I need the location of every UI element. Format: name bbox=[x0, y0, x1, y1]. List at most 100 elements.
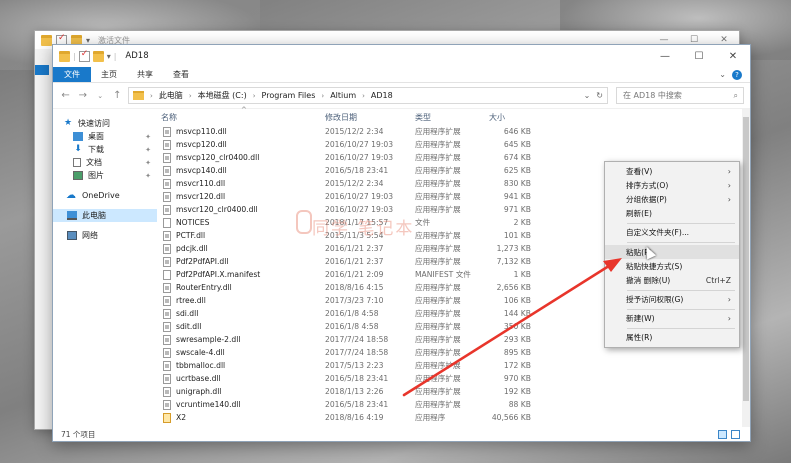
file-icon bbox=[163, 243, 171, 254]
breadcrumb-segment[interactable]: 本地磁盘 (C:) bbox=[198, 90, 247, 101]
tab-home[interactable]: 主页 bbox=[91, 67, 127, 82]
sidebar-item-downloads[interactable]: ⬇ 下载 ✦ bbox=[53, 143, 157, 156]
sidebar-item-label: 文档 bbox=[86, 158, 102, 167]
file-icon bbox=[163, 217, 171, 228]
menu-item[interactable]: 粘贴快捷方式(S) bbox=[605, 259, 739, 273]
breadcrumb-segment[interactable]: AD18 bbox=[371, 91, 393, 100]
dropdown-icon[interactable]: ⌄ bbox=[584, 91, 591, 100]
menu-item[interactable]: 查看(V) › bbox=[605, 164, 739, 178]
chevron-right-icon: › bbox=[188, 91, 192, 100]
file-name-cell: vcruntime140.dll bbox=[159, 399, 323, 410]
window-controls: — ☐ ✕ bbox=[648, 45, 750, 67]
recent-chevron-icon[interactable]: ⌄ bbox=[94, 92, 107, 100]
file-name-cell: msvcp140.dll bbox=[159, 165, 323, 176]
file-size: 101 KB bbox=[503, 231, 531, 240]
breadcrumb-segment[interactable]: Altium bbox=[330, 91, 356, 100]
properties-icon[interactable] bbox=[78, 49, 90, 62]
table-row[interactable]: ucrtbase.dll 2016/5/18 23:41 应用程序扩展 970 KB bbox=[159, 372, 742, 385]
large-icons-view-icon[interactable] bbox=[731, 430, 740, 439]
tab-share[interactable]: 共享 bbox=[127, 67, 163, 82]
sidebar-item-this-pc[interactable]: 此电脑 bbox=[53, 209, 157, 222]
close-button[interactable]: ✕ bbox=[716, 45, 750, 67]
sidebar-item-quick-access[interactable]: ★ 快速访问 bbox=[53, 117, 157, 130]
file-name: unigraph.dll bbox=[176, 387, 222, 396]
table-row[interactable]: msvcp120.dll 2016/10/27 19:03 应用程序扩展 645 KB bbox=[159, 138, 742, 151]
refresh-icon[interactable]: ↻ bbox=[596, 91, 603, 100]
minimize-button[interactable]: — bbox=[648, 45, 682, 67]
sidebar-item-pictures[interactable]: 图片 ✦ bbox=[53, 169, 157, 182]
table-row[interactable]: vcruntime140.dll 2016/5/18 23:41 应用程序扩展 88 … bbox=[159, 398, 742, 411]
file-name-cell: rtree.dll bbox=[159, 295, 323, 306]
menu-separator bbox=[627, 222, 735, 224]
menu-item[interactable]: 分组依据(P) › bbox=[605, 192, 739, 206]
file-date: 2018/1/13 2:26 bbox=[325, 387, 384, 396]
column-header-size[interactable]: 大小 bbox=[487, 112, 533, 123]
address-bar[interactable]: › 此电脑 › 本地磁盘 (C:) › Program Files › Alti… bbox=[128, 87, 608, 104]
column-header-date[interactable]: 修改日期 bbox=[323, 112, 413, 123]
sidebar-item-onedrive[interactable]: ☁ OneDrive bbox=[53, 189, 157, 202]
file-name: msvcp110.dll bbox=[176, 127, 227, 136]
details-view-icon[interactable] bbox=[718, 430, 727, 439]
breadcrumb-segment[interactable]: Program Files bbox=[262, 91, 316, 100]
menu-item[interactable]: 新建(W) › bbox=[605, 312, 739, 326]
chevron-right-icon: › bbox=[252, 91, 256, 100]
file-date: 2016/1/21 2:37 bbox=[325, 257, 384, 266]
search-input[interactable]: 在 AD18 中搜索 ⌕ bbox=[616, 87, 744, 104]
forward-arrow-icon[interactable]: → bbox=[76, 90, 89, 101]
table-row[interactable]: msvcp110.dll 2015/12/2 2:34 应用程序扩展 646 KB bbox=[159, 125, 742, 138]
file-name-cell: X2 bbox=[159, 412, 323, 423]
file-name: swresample-2.dll bbox=[176, 335, 241, 344]
file-date: 2016/5/18 23:41 bbox=[325, 400, 389, 409]
sidebar-item-desktop[interactable]: 桌面 ✦ bbox=[53, 130, 157, 143]
menu-item[interactable]: 粘贴(P) bbox=[605, 244, 739, 260]
file-date: 2018/8/16 4:19 bbox=[325, 413, 384, 422]
menu-separator bbox=[627, 327, 735, 329]
sidebar-item-documents[interactable]: 文档 ✦ bbox=[53, 156, 157, 169]
file-type: MANIFEST 文件 bbox=[415, 270, 471, 279]
file-name: rtree.dll bbox=[176, 296, 206, 305]
menu-item[interactable]: 自定义文件夹(F)... bbox=[605, 226, 739, 240]
maximize-button[interactable]: ☐ bbox=[682, 45, 716, 67]
file-icon bbox=[163, 191, 171, 202]
file-name-cell: msvcr110.dll bbox=[159, 178, 323, 189]
table-row[interactable]: tbbmalloc.dll 2017/5/13 2:23 应用程序扩展 172 KB bbox=[159, 359, 742, 372]
chevron-down-icon[interactable]: ▾ bbox=[107, 52, 111, 61]
help-icon[interactable]: ? bbox=[732, 69, 742, 80]
sidebar-item-network[interactable]: 网络 bbox=[53, 229, 157, 242]
menu-item[interactable]: 撤消 删除(U) Ctrl+Z bbox=[605, 273, 739, 287]
back-arrow-icon[interactable]: ← bbox=[59, 90, 72, 101]
file-type: 应用程序扩展 bbox=[415, 387, 461, 396]
up-arrow-icon[interactable]: ↑ bbox=[111, 90, 124, 101]
file-name: sdit.dll bbox=[176, 322, 202, 331]
new-folder-icon[interactable] bbox=[92, 50, 104, 62]
sidebar-item-label: 图片 bbox=[88, 171, 104, 180]
menu-item[interactable]: 排序方式(O) › bbox=[605, 178, 739, 192]
menu-item[interactable]: 属性(R) bbox=[605, 331, 739, 345]
menu-separator bbox=[627, 241, 735, 243]
breadcrumb-segment[interactable]: 此电脑 bbox=[159, 90, 183, 101]
tab-file[interactable]: 文件 bbox=[53, 67, 91, 82]
file-type: 应用程序扩展 bbox=[415, 244, 461, 253]
folder-icon bbox=[41, 34, 52, 46]
file-name-cell: msvcp110.dll bbox=[159, 126, 323, 137]
file-name-cell: swresample-2.dll bbox=[159, 334, 323, 345]
file-name: swscale-4.dll bbox=[176, 348, 225, 357]
menu-item-label: 刷新(E) bbox=[626, 209, 652, 219]
table-row[interactable]: X2 2018/8/16 4:19 应用程序 40,566 KB bbox=[159, 411, 742, 424]
tab-view[interactable]: 查看 bbox=[163, 67, 199, 82]
file-icon bbox=[163, 230, 171, 241]
file-date: 2017/7/24 18:58 bbox=[325, 335, 389, 344]
status-bar: 71 个项目 bbox=[53, 427, 750, 441]
expand-ribbon-icon[interactable]: ⌄ bbox=[719, 70, 726, 79]
table-row[interactable]: unigraph.dll 2018/1/13 2:26 应用程序扩展 192 KB bbox=[159, 385, 742, 398]
column-header-type[interactable]: 类型 bbox=[413, 112, 487, 123]
pin-icon: ✦ bbox=[145, 158, 151, 167]
vertical-scrollbar[interactable] bbox=[742, 109, 750, 427]
menu-item[interactable]: 刷新(E) bbox=[605, 207, 739, 221]
scrollbar-thumb[interactable] bbox=[743, 117, 749, 401]
file-size: 625 KB bbox=[503, 166, 531, 175]
menu-item[interactable]: 授予访问权限(G) › bbox=[605, 293, 739, 307]
file-date: 2016/1/21 2:37 bbox=[325, 244, 384, 253]
